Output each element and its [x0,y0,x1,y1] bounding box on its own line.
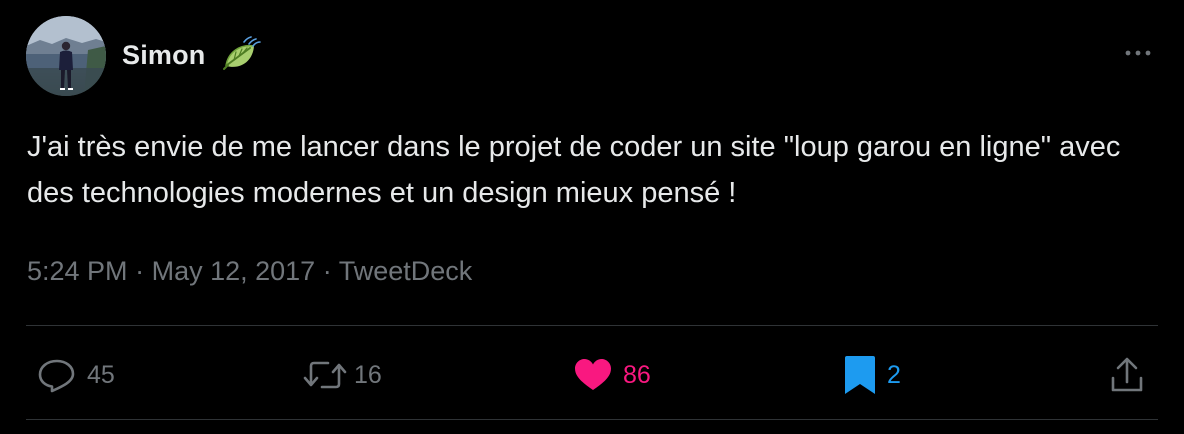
retweet-count: 16 [354,361,382,389]
tweet-date[interactable]: May 12, 2017 [152,256,316,286]
author-name[interactable]: Simon [122,38,206,72]
avatar[interactable] [26,16,106,96]
action-bar: 45 16 86 2 [0,350,1184,400]
avatar-photo [26,16,106,96]
tweet-source: TweetDeck [338,256,473,286]
bookmark-icon [845,356,875,394]
heart-icon [575,359,611,390]
share-icon [1111,357,1143,392]
tweet-meta: 5:24 PM · May 12, 2017 · TweetDeck [27,252,472,290]
meta-separator: · [135,256,145,286]
tweet-time[interactable]: 5:24 PM [27,256,128,286]
reply-icon [38,359,75,393]
leaf-emoji-icon [223,36,261,70]
retweet-icon [303,361,347,389]
more-dots-icon [1125,50,1151,56]
divider [26,419,1158,420]
reply-count: 45 [87,361,115,389]
tweet-card: Simon J'ai très envie de me lancer dans … [0,0,1184,434]
bookmark-count: 2 [887,361,901,389]
divider [26,325,1158,326]
like-count: 86 [623,361,651,389]
retweet-button[interactable]: 16 [302,350,382,400]
bookmark-button[interactable]: 2 [843,350,901,400]
reply-button[interactable]: 45 [37,350,115,400]
like-button[interactable]: 86 [573,350,651,400]
tweet-text: J'ai très envie de me lancer dans le pro… [27,131,1121,209]
meta-separator: · [322,256,332,286]
more-options-button[interactable] [1118,38,1158,68]
share-button[interactable] [1109,350,1145,400]
